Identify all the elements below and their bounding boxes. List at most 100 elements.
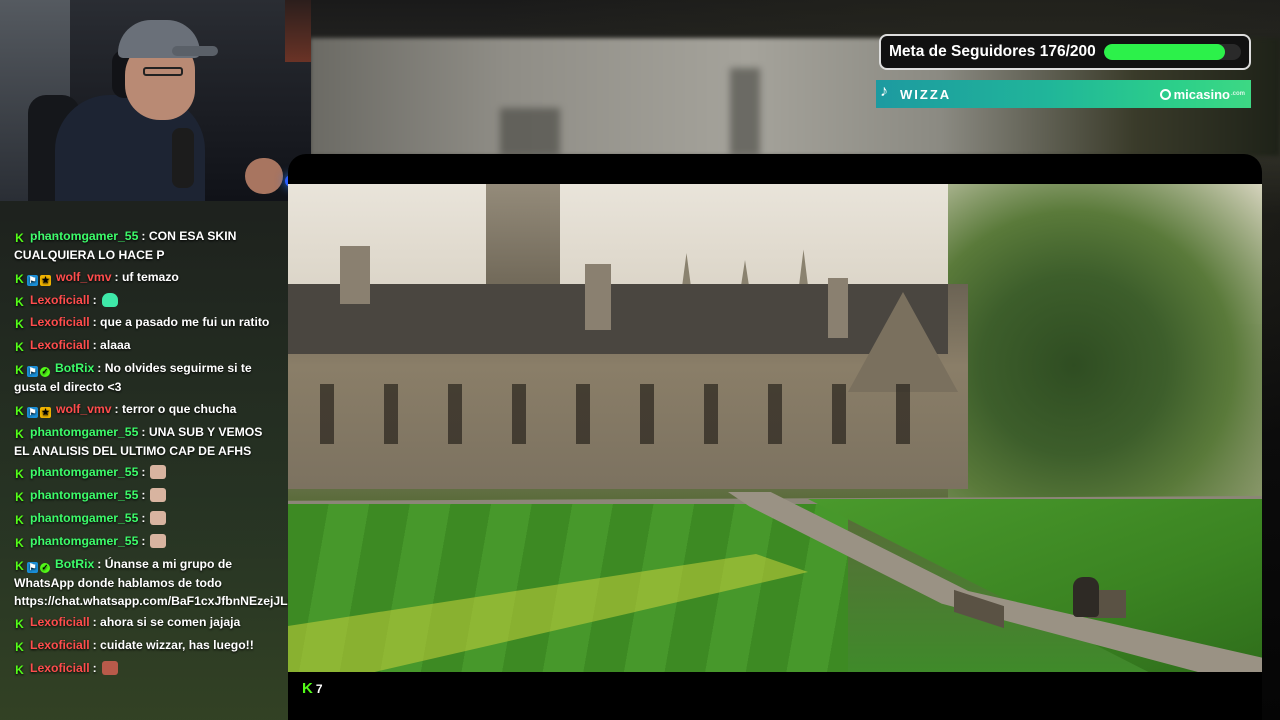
chat-message: K ⚑ ★ wolf_vmv: uf temazo [14,268,280,287]
chat-username[interactable]: BotRix [55,557,94,571]
kick-badge-icon: K [15,403,24,418]
follower-goal-progress-track [1103,44,1241,60]
viewer-count: K 7 [302,680,323,697]
chat-text: : [141,465,146,480]
face-emote [150,465,167,480]
chat-message: K ⚑ ★ wolf_vmv: terror o que chucha [14,400,280,419]
chat-badges: K [14,464,27,482]
chat-text: : [141,488,146,503]
chat-username[interactable]: wolf_vmv [56,402,112,416]
moderator-badge-icon: ⚑ [27,561,38,573]
chat-username[interactable]: phantomgamer_55 [30,511,138,525]
chat-badges: K ⚑ ✓ [14,360,52,378]
kick-badge-icon: K [15,512,24,527]
kick-badge-icon: K [15,640,24,655]
chat-username[interactable]: Lexoficiall [30,293,90,307]
chat-message: Kphantomgamer_55: [14,486,280,505]
follower-goal-progress-fill [1103,44,1225,60]
chat-message: Kphantomgamer_55: [14,509,280,528]
face-emote [150,533,167,548]
chat-text: : cuidate wizzar, has luego!! [92,638,254,653]
sponsor-left-brand: WIZZA [900,86,952,102]
video-player[interactable]: K 7 [288,154,1262,720]
chat-badges: K [14,292,27,310]
chat-username[interactable]: phantomgamer_55 [30,465,138,479]
kick-badge-icon: K [15,535,24,550]
chat-badges: K [14,337,27,355]
follower-goal-widget: Meta de Seguidores 176/200 [879,34,1251,70]
kick-icon: K [302,680,313,697]
chat-message: K ⚑ ✓ BotRix: Únanse a mi grupo de WhatsApp… [14,555,288,610]
chat-badges: K [14,228,27,246]
chat-panel[interactable]: · · · Kphantomgamer_55: CON ESA SKIN CUA… [0,201,288,720]
chat-badges: K [14,614,27,632]
chat-username[interactable]: Lexoficiall [30,661,90,675]
sponsor-right-brand: micasino [1173,86,1230,102]
chat-text: : [92,292,97,307]
kick-badge-icon: K [15,490,24,505]
chat-overflow-indicator: · · · [34,231,60,242]
moderator-badge-icon: ⚑ [27,365,38,377]
chat-badges: K [14,424,27,442]
chat-text: : [141,533,146,548]
chat-message: Kphantomgamer_55: [14,532,280,551]
verified-badge-icon: ✓ [40,562,50,573]
chat-badges: K ⚑ ✓ [14,556,52,574]
chat-badges: K [14,637,27,655]
chat-text: : terror o que chucha [114,401,237,416]
kick-badge-icon: K [15,362,24,377]
kick-badge-icon: K [15,467,24,482]
chat-message: K ⚑ ✓ BotRix: No olvides seguirme si te gus… [14,359,280,396]
chat-badges: K [14,487,27,505]
kick-badge-icon: K [15,558,24,573]
chat-username[interactable]: Lexoficiall [30,338,90,352]
chat-badges: K ⚑ ★ [14,401,53,419]
moderator-badge-icon: ⚑ [27,406,38,418]
chat-username[interactable]: wolf_vmv [56,270,112,284]
chat-message: K Lexoficiall: [14,291,280,310]
chat-message: K Lexoficiall: que a pasado me fui un rat… [14,313,280,332]
tiktok-icon [880,83,894,102]
follower-goal-label: Meta de Seguidores 176/200 [889,43,1096,60]
chat-badges: K [14,533,27,551]
kick-badge-icon: K [15,231,24,245]
chat-username[interactable]: BotRix [55,361,94,375]
chat-username[interactable]: phantomgamer_55 [30,534,138,548]
kick-badge-icon: K [15,340,24,355]
subscriber-badge-icon: ★ [40,406,51,418]
chat-message: Kphantomgamer_55: [14,463,280,482]
video-bottom-bar: K 7 [288,672,1262,720]
verified-badge-icon: ✓ [40,366,50,377]
kick-badge-icon: K [15,317,24,332]
chat-message: Kphantomgamer_55: UNA SUB Y VEMOS EL ANA… [14,423,280,460]
chat-badges: K [14,510,27,528]
kick-badge-icon: K [15,662,24,677]
chat-text: : [141,510,146,525]
sponsor-banner: WIZZA micasino .com [876,80,1251,108]
chat-text: : que a pasado me fui un ratito [92,315,270,330]
chat-badges: K [14,660,27,678]
chat-badges: K ⚑ ★ [14,269,53,287]
cat-emote [101,292,118,307]
chat-username[interactable]: phantomgamer_55 [30,425,138,439]
chat-message: K Lexoficiall: alaaa [14,336,280,355]
chat-badges: K [14,314,27,332]
subscriber-badge-icon: ★ [40,274,51,286]
chat-username[interactable]: phantomgamer_55 [30,488,138,502]
viewer-count-value: 7 [315,681,323,696]
kick-badge-icon: K [15,617,24,632]
chat-username[interactable]: Lexoficiall [30,315,90,329]
chat-username[interactable]: Lexoficiall [30,638,90,652]
video-frame-scene [288,184,1262,672]
face-emote [150,488,167,503]
chat-text: : ahora si se comen jajaja [92,615,241,630]
kick-badge-icon: K [15,294,24,309]
chat-text: : uf temazo [114,269,179,284]
chat-text: : [92,660,97,675]
sponsor-left: WIZZA [880,83,952,102]
kick-badge-icon: K [15,271,24,286]
chat-text: : alaaa [92,338,131,353]
chat-message-list: Kphantomgamer_55: CON ESA SKIN CUALQUIER… [14,227,288,678]
chat-username[interactable]: Lexoficiall [30,615,90,629]
moderator-badge-icon: ⚑ [27,274,38,286]
